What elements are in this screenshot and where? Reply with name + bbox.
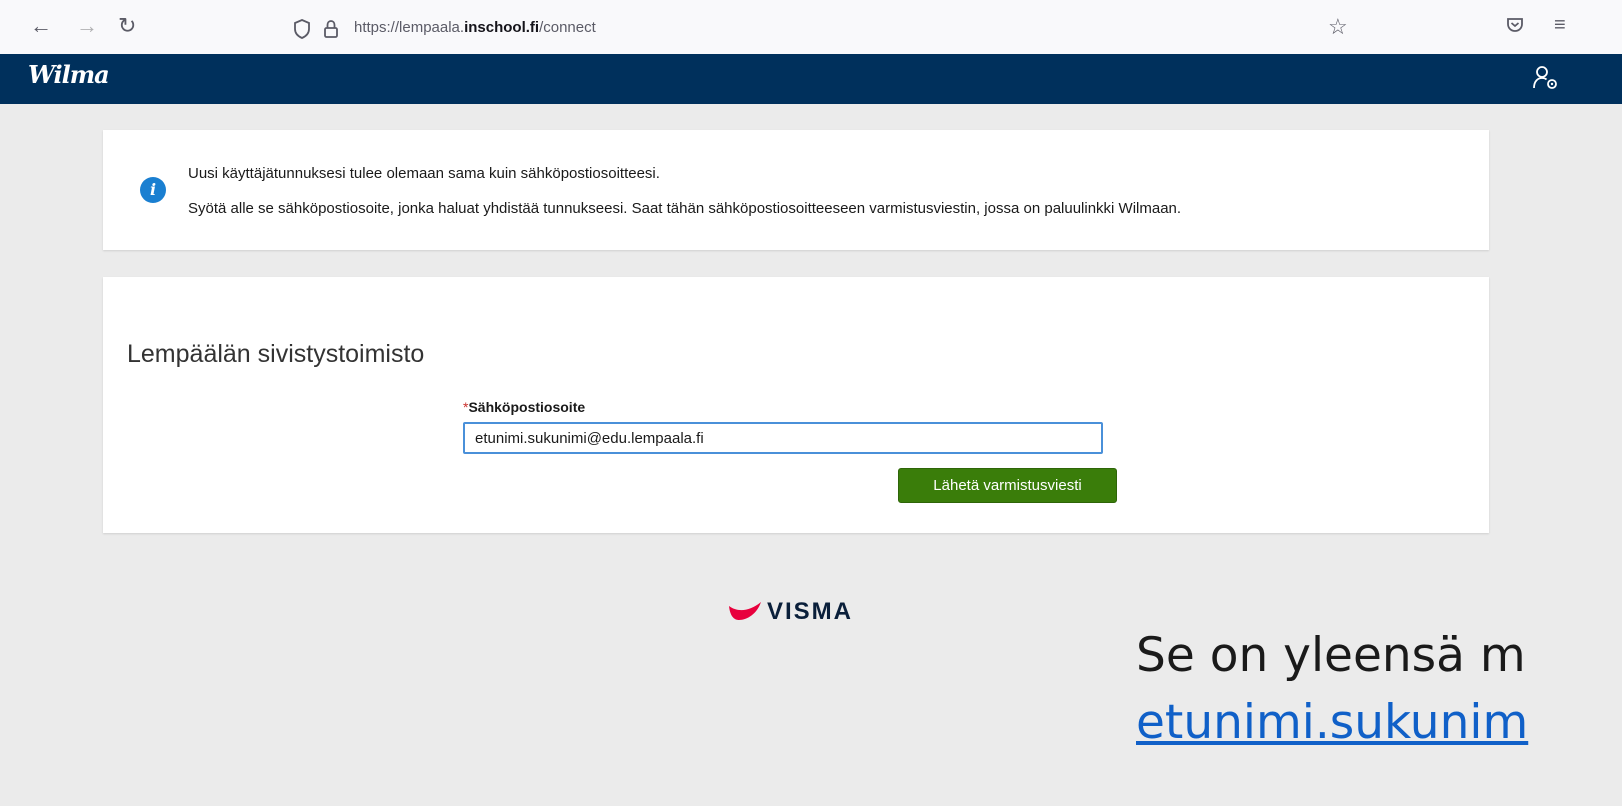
url-path: /connect: [539, 19, 596, 36]
tracking-protection-shield-icon[interactable]: [292, 18, 312, 40]
visma-wordmark: VISMA: [767, 598, 854, 625]
address-bar[interactable]: https://lempaala.inschool.fi/connect: [282, 14, 1382, 44]
bookmark-star-icon[interactable]: ☆: [1328, 14, 1348, 40]
info-text-line-1: Uusi käyttäjätunnuksesi tulee olemaan sa…: [188, 165, 660, 182]
wilma-header: Wilma: [0, 54, 1622, 104]
email-input[interactable]: [463, 422, 1103, 454]
forward-arrow-icon[interactable]: →: [76, 14, 98, 38]
info-text-line-2: Syötä alle se sähköpostiosoite, jonka ha…: [188, 200, 1182, 217]
url-domain: inschool.fi: [464, 19, 540, 36]
lock-icon[interactable]: [322, 18, 340, 40]
pocket-icon[interactable]: [1505, 14, 1525, 36]
visma-swoosh-icon: [729, 602, 761, 620]
wilma-logo[interactable]: Wilma: [28, 60, 110, 89]
send-verification-button[interactable]: Lähetä varmistusviesti: [898, 468, 1117, 503]
hamburger-menu-icon[interactable]: ≡: [1554, 14, 1566, 37]
browser-toolbar: ← → ↻ https://lempaala.inschool.fi/conne…: [0, 0, 1622, 54]
organization-title: Lempäälän sivistystoimisto: [127, 340, 425, 368]
info-panel: i Uusi käyttäjätunnuksesi tulee olemaan …: [103, 130, 1489, 250]
reload-icon[interactable]: ↻: [118, 14, 136, 38]
email-label-text: Sähköpostiosoite: [468, 399, 586, 415]
url-text[interactable]: https://lempaala.inschool.fi/connect: [354, 19, 596, 36]
url-prefix: https://lempaala.: [354, 19, 465, 36]
user-settings-icon[interactable]: [1532, 64, 1560, 92]
overlay-caption-line-1: Se on yleensä m: [1136, 628, 1526, 683]
back-arrow-icon[interactable]: ←: [30, 14, 52, 38]
overlay-caption-email-link[interactable]: etunimi.sukunim: [1136, 695, 1528, 750]
email-form-panel: Lempäälän sivistystoimisto *Sähköpostios…: [103, 277, 1489, 533]
email-field-label: *Sähköpostiosoite: [463, 399, 585, 415]
info-icon: i: [140, 177, 166, 203]
